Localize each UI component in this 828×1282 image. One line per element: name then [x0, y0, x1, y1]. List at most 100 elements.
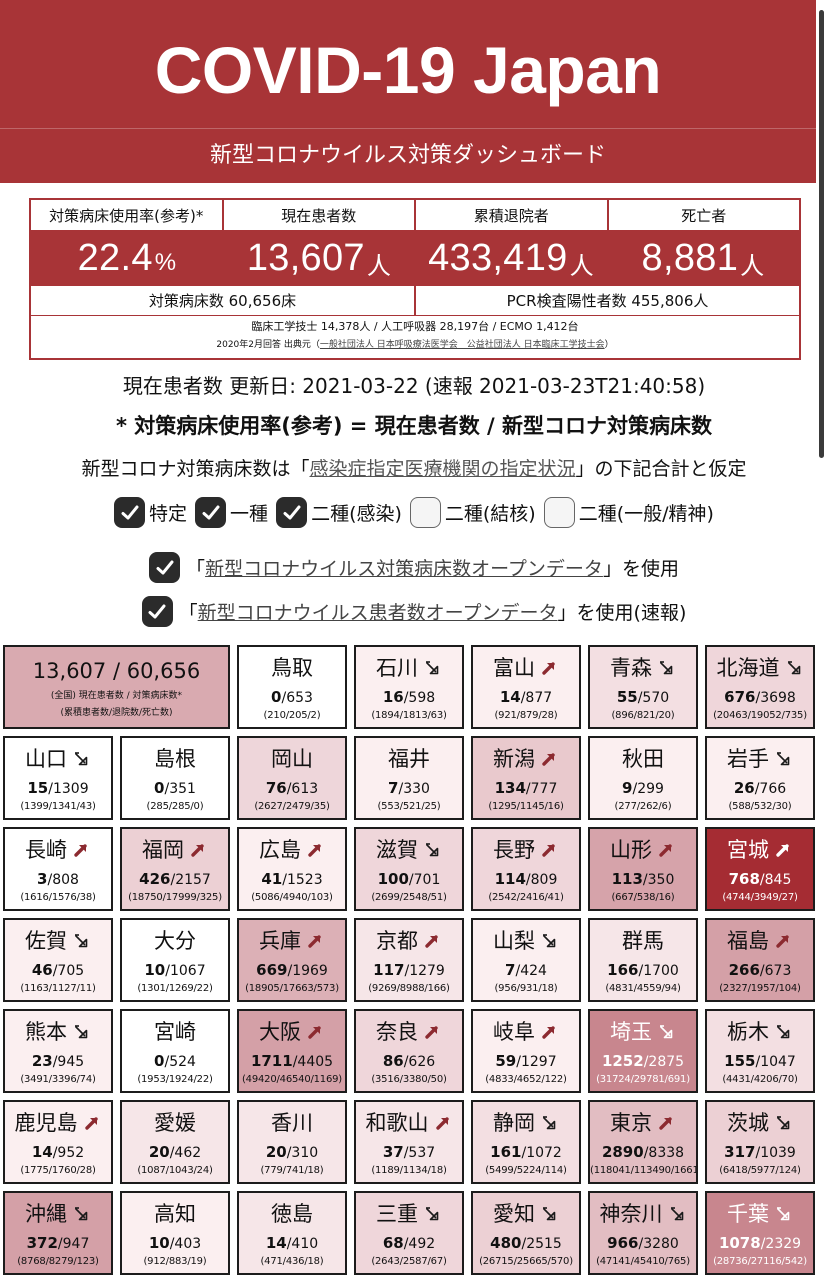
option-prefix: 「 [186, 558, 206, 580]
patients-opendata-link[interactable]: 新型コロナウイルス患者数オープンデータ [198, 602, 558, 624]
prefecture-label: 愛知 [493, 1202, 535, 1226]
checkbox-checked-icon[interactable] [114, 497, 146, 528]
prefecture-tile[interactable]: 和歌山 37/537 (1189/1134/18) [354, 1100, 464, 1184]
prefecture-tile[interactable]: 福島 266/673 (2327/1957/104) [705, 918, 815, 1002]
bed-count: 877 [525, 690, 553, 706]
cumulative-detail: (6418/5977/124) [719, 1165, 801, 1176]
prefecture-tile[interactable]: 静岡 161/1072 (5499/5224/114) [471, 1100, 581, 1184]
prefecture-tile[interactable]: 高知 10/403 (912/883/19) [120, 1191, 230, 1275]
prefecture-tile[interactable]: 滋賀 100/701 (2699/2548/51) [354, 827, 464, 911]
prefecture-tile[interactable]: 香川 20/310 (779/741/18) [237, 1100, 347, 1184]
prefecture-tile[interactable]: 愛知 480/2515 (26715/25665/570) [471, 1191, 581, 1275]
source-suffix: ） [604, 340, 614, 350]
prefecture-tile[interactable]: 宮城 768/845 (4744/3949/27) [705, 827, 815, 911]
prefecture-tile[interactable]: 長野 114/809 (2542/2416/41) [471, 827, 581, 911]
trend-down-icon [784, 658, 804, 678]
prefecture-tile[interactable]: 広島 41/1523 (5086/4940/103) [237, 827, 347, 911]
prefecture-name: 兵庫 [239, 928, 345, 954]
prefecture-label: 大分 [154, 929, 196, 953]
checkbox-checked-icon[interactable] [141, 596, 173, 627]
trend-down-icon [539, 1204, 559, 1224]
prefecture-tile[interactable]: 岐阜 59/1297 (4833/4652/122) [471, 1009, 581, 1093]
prefecture-tile[interactable]: 三重 68/492 (2643/2587/67) [354, 1191, 464, 1275]
prefecture-name: 沖縄 [5, 1201, 111, 1227]
prefecture-tile[interactable]: 兵庫 669/1969 (18905/17663/573) [237, 918, 347, 1002]
prefecture-name: 大分 [122, 928, 228, 954]
prefecture-tile[interactable]: 茨城 317/1039 (6418/5977/124) [705, 1100, 815, 1184]
bed-type-option[interactable]: 二種(結核) [409, 497, 536, 528]
prefecture-tile[interactable]: 福岡 426/2157 (18750/17999/325) [120, 827, 230, 911]
current-patients: 20 [148, 1143, 170, 1161]
beds-opendata-link[interactable]: 新型コロナウイルス対策病床数オープンデータ [205, 558, 603, 580]
cumulative-detail: (3491/3396/74) [20, 1074, 96, 1085]
prefecture-name: 島根 [122, 746, 228, 772]
prefecture-tile[interactable]: 栃木 155/1047 (4431/4206/70) [705, 1009, 815, 1093]
option-beds-opendata[interactable]: 「新型コロナウイルス対策病床数オープンデータ」を使用 [0, 552, 828, 583]
prefecture-tile[interactable]: 北海道 676/3698 (20463/19052/735) [705, 645, 815, 729]
checkbox-unchecked-icon[interactable] [543, 497, 575, 528]
cumulative-detail: (31724/29781/691) [596, 1074, 690, 1085]
prefecture-tile[interactable]: 長崎 3/808 (1616/1576/38) [3, 827, 113, 911]
trend-down-icon [773, 1022, 793, 1042]
prefecture-tile[interactable]: 大阪 1711/4405 (49420/46540/1169) [237, 1009, 347, 1093]
bed-count: 2157 [175, 872, 211, 888]
prefecture-tile[interactable]: 岩手 26/766 (588/532/30) [705, 736, 815, 820]
checkbox-checked-icon[interactable] [276, 497, 308, 528]
checkbox-unchecked-icon[interactable] [409, 497, 441, 528]
patients-over-beds: 55/570 [590, 688, 696, 707]
prefecture-tile[interactable]: 徳島 14/410 (471/436/18) [237, 1191, 347, 1275]
prefecture-tile[interactable]: 沖縄 372/947 (8768/8279/123) [3, 1191, 113, 1275]
prefecture-tile[interactable]: 青森 55/570 (896/821/20) [588, 645, 698, 729]
bed-type-option[interactable]: 二種(感染) [276, 497, 402, 528]
bed-count: 945 [57, 1054, 85, 1070]
designation-status-link[interactable]: 感染症指定医療機関の指定状況 [309, 458, 575, 480]
bed-count: 403 [174, 1236, 202, 1252]
prefecture-tile[interactable]: 石川 16/598 (1894/1813/63) [354, 645, 464, 729]
prefecture-tile[interactable]: 富山 14/877 (921/879/28) [471, 645, 581, 729]
prefecture-tile[interactable]: 岡山 76/613 (2627/2479/35) [237, 736, 347, 820]
source-prefix: 2020年2月回答 出典元（ [216, 340, 320, 350]
prefecture-tile[interactable]: 埼玉 1252/2875 (31724/29781/691) [588, 1009, 698, 1093]
cumulative-detail: (28736/27116/542) [713, 1256, 807, 1267]
cumulative-detail: (912/883/19) [143, 1256, 207, 1267]
prefecture-name: 青森 [590, 655, 696, 681]
bed-count: 1297 [520, 1054, 557, 1070]
prefecture-tile[interactable]: 大分 10/1067 (1301/1269/22) [120, 918, 230, 1002]
prefecture-tile[interactable]: 群馬 166/1700 (4831/4559/94) [588, 918, 698, 1002]
bed-type-option[interactable]: 特定 [114, 497, 187, 528]
prefecture-tile[interactable]: 秋田 9/299 (277/262/6) [588, 736, 698, 820]
prefecture-tile[interactable]: 神奈川 966/3280 (47141/45410/765) [588, 1191, 698, 1275]
prefecture-tile[interactable]: 島根 0/351 (285/285/0) [120, 736, 230, 820]
patients-over-beds: 317/1039 [707, 1143, 813, 1162]
bed-type-option[interactable]: 一種 [195, 497, 268, 528]
bed-type-option[interactable]: 二種(一般/精神) [543, 497, 714, 528]
prefecture-tile[interactable]: 鹿児島 14/952 (1775/1760/28) [3, 1100, 113, 1184]
current-patients: 966 [607, 1234, 639, 1252]
national-summary-tile[interactable]: 13,607 / 60,656 (全国) 現在患者数 / 対策病床数* (累積患… [3, 645, 230, 729]
prefecture-tile[interactable]: 新潟 134/777 (1295/1145/16) [471, 736, 581, 820]
prefecture-tile[interactable]: 佐賀 46/705 (1163/1127/11) [3, 918, 113, 1002]
cumulative-detail: (49420/46540/1169) [241, 1074, 342, 1085]
checkbox-checked-icon[interactable] [195, 497, 227, 528]
prefecture-label: 山梨 [493, 929, 535, 953]
prefecture-tile[interactable]: 奈良 86/626 (3516/3380/50) [354, 1009, 464, 1093]
prefecture-tile[interactable]: 熊本 23/945 (3491/3396/74) [3, 1009, 113, 1093]
current-patients: 3 [37, 870, 48, 888]
prefecture-tile[interactable]: 山形 113/350 (667/538/16) [588, 827, 698, 911]
prefecture-tile[interactable]: 東京 2890/8338 (118041/113490/1661) [588, 1100, 698, 1184]
prefecture-tile[interactable]: 宮崎 0/524 (1953/1924/22) [120, 1009, 230, 1093]
update-date: 現在患者数 更新日: 2021-03-22 (速報 2021-03-23T21:… [122, 374, 706, 398]
trend-down-icon [71, 749, 91, 769]
prefecture-tile[interactable]: 山梨 7/424 (956/931/18) [471, 918, 581, 1002]
cumulative-detail: (5499/5224/114) [485, 1165, 567, 1176]
prefecture-tile[interactable]: 京都 117/1279 (9269/8988/166) [354, 918, 464, 1002]
prefecture-tile[interactable]: 鳥取 0/653 (210/205/2) [237, 645, 347, 729]
source-link[interactable]: 一般社団法人 日本呼吸療法医学会 公益社団法人 日本臨床工学技士会 [320, 340, 605, 350]
prefecture-tile[interactable]: 愛媛 20/462 (1087/1043/24) [120, 1100, 230, 1184]
prefecture-tile[interactable]: 山口 15/1309 (1399/1341/43) [3, 736, 113, 820]
option-patients-opendata[interactable]: 「新型コロナウイルス患者数オープンデータ」を使用(速報) [0, 596, 828, 627]
checkbox-checked-icon[interactable] [149, 552, 181, 583]
prefecture-tile[interactable]: 福井 7/330 (553/521/25) [354, 736, 464, 820]
trend-up-icon [82, 1113, 102, 1133]
prefecture-tile[interactable]: 千葉 1078/2329 (28736/27116/542) [705, 1191, 815, 1275]
